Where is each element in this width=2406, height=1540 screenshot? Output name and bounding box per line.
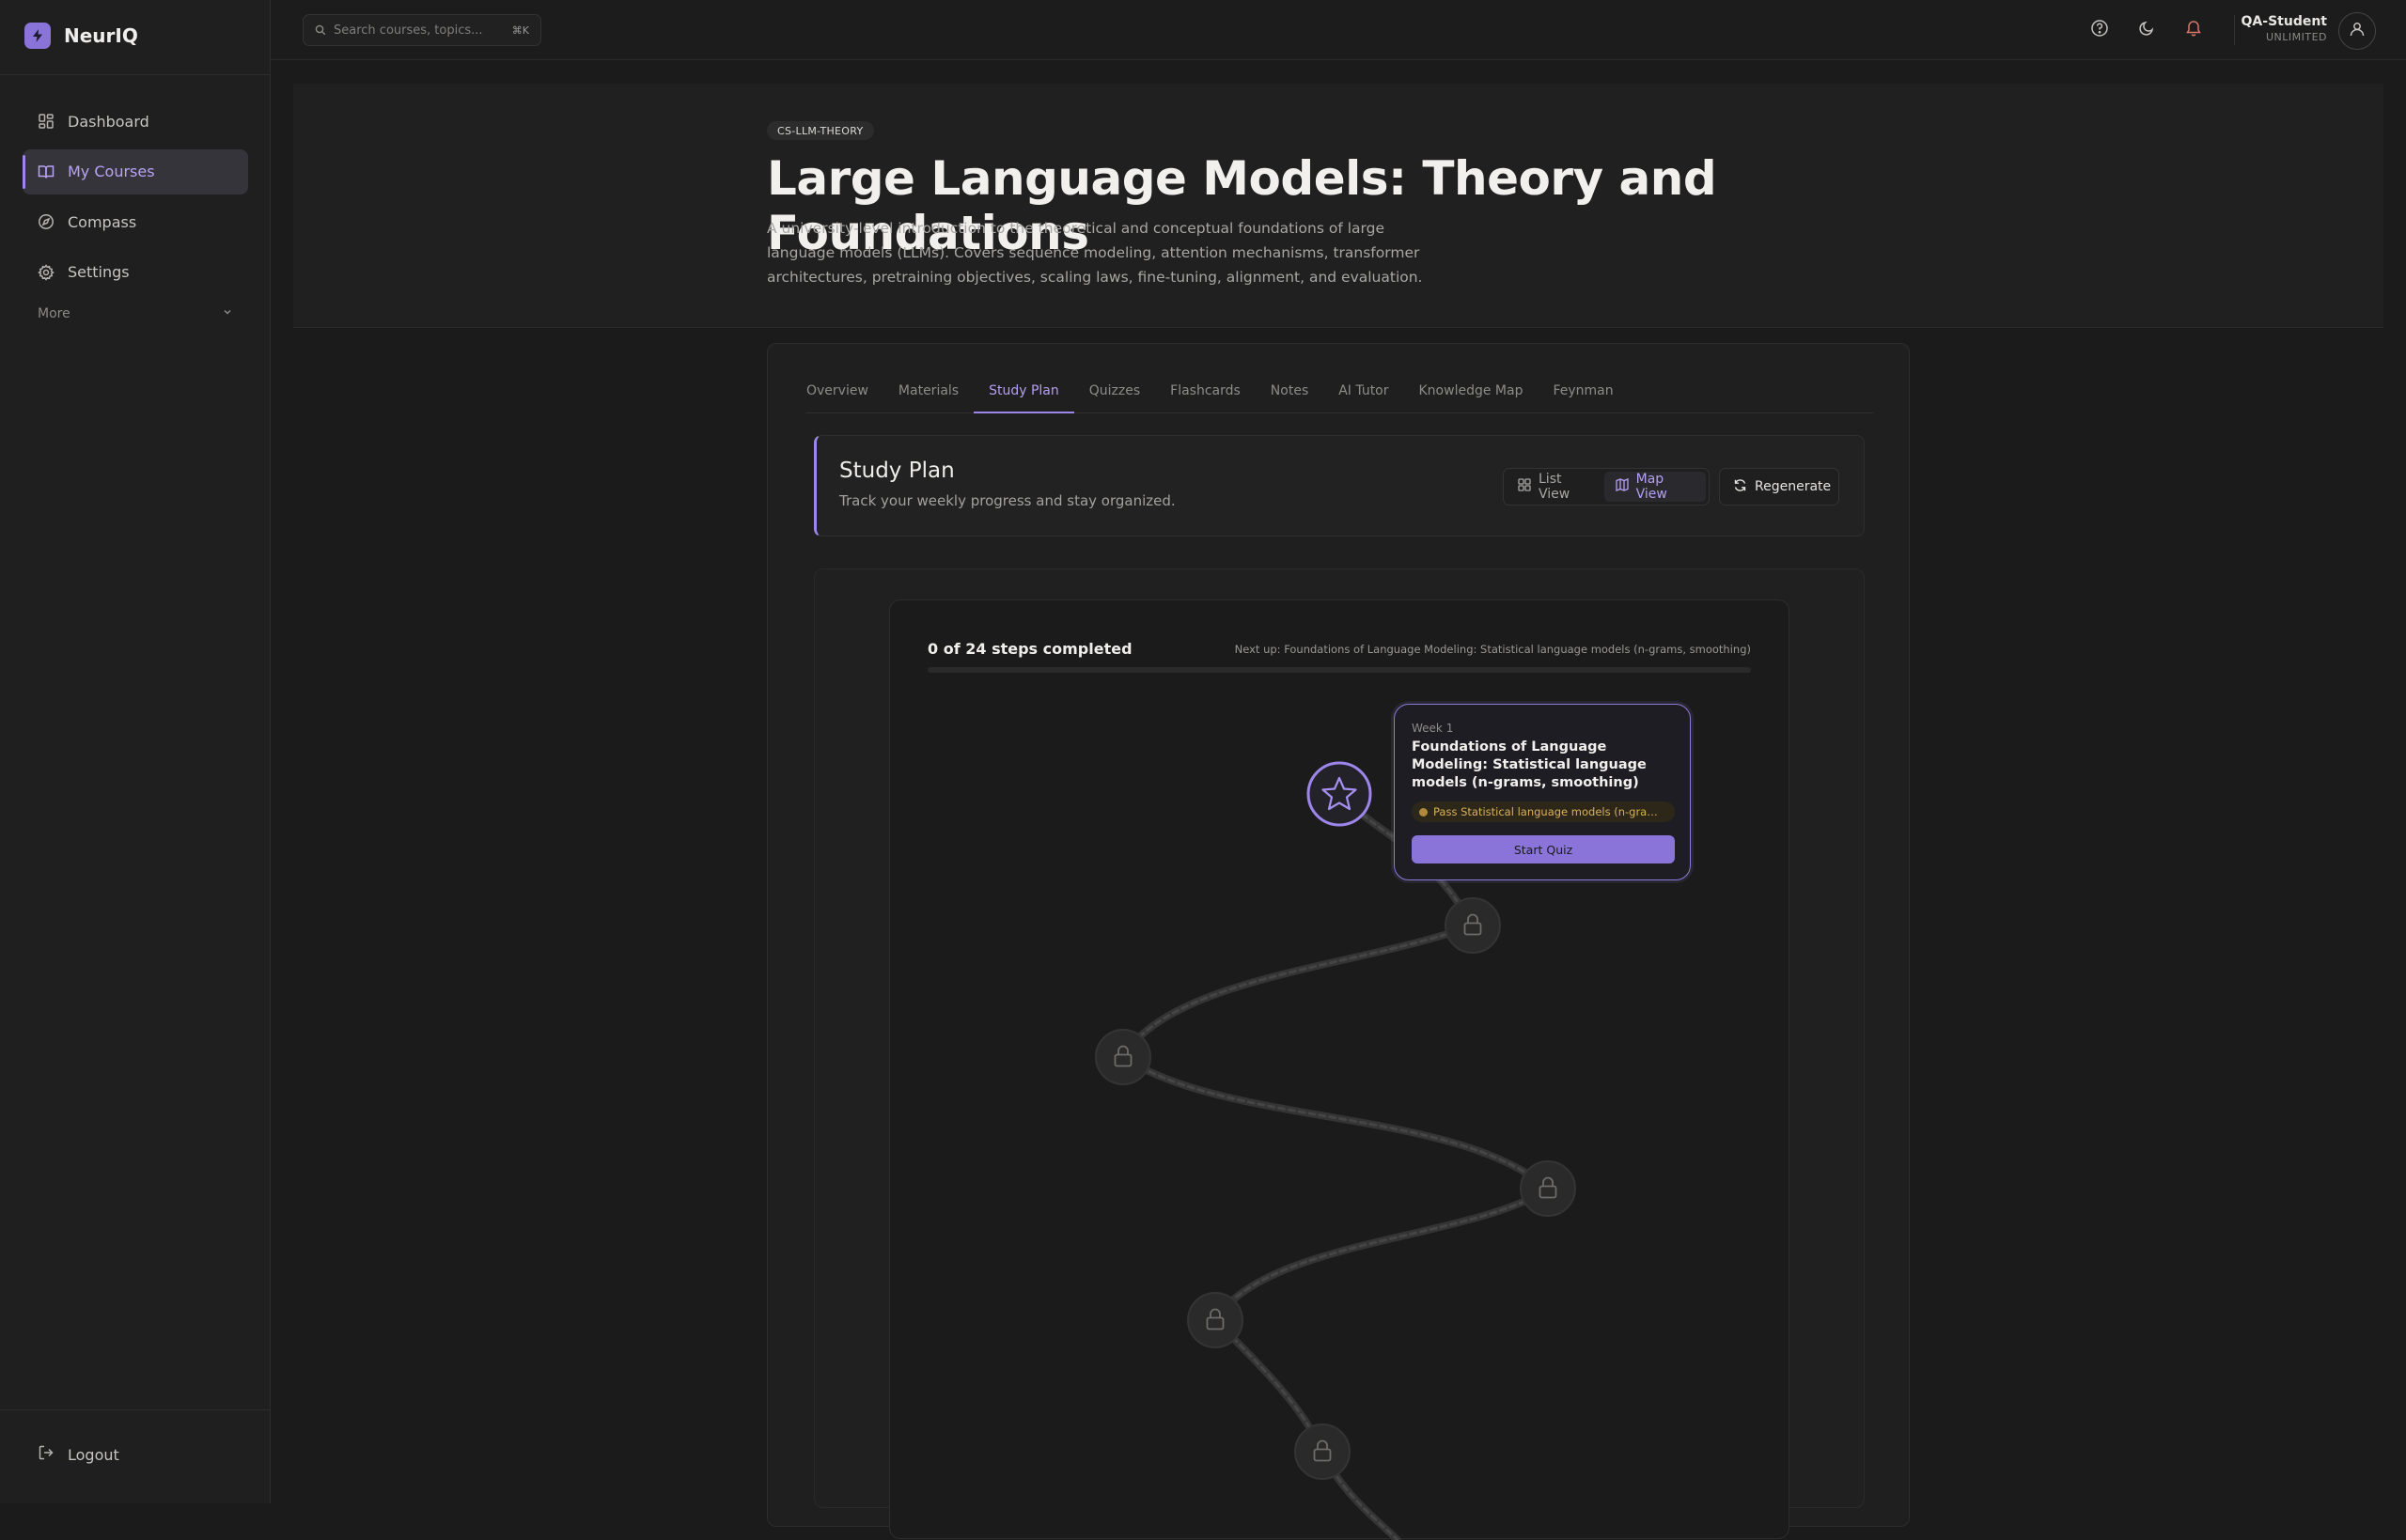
logout-label: Logout (68, 1445, 119, 1464)
map-view-label: Map View (1635, 472, 1667, 502)
divider (2234, 15, 2235, 45)
step-popover: Week 1 Foundations of Language Modeling:… (1394, 704, 1691, 880)
sidebar-item-label: My Courses (68, 163, 155, 180)
sidebar-more-toggle[interactable]: More (23, 306, 248, 321)
map-node-locked[interactable] (1520, 1160, 1576, 1217)
compass-icon (38, 213, 55, 230)
map-node-locked[interactable] (1187, 1292, 1243, 1348)
list-view-label: List View (1539, 472, 1570, 502)
chevron-down-icon (222, 306, 233, 321)
search-input[interactable]: Search courses, topics... ⌘K (303, 14, 541, 46)
regenerate-button[interactable]: Regenerate (1719, 468, 1839, 506)
dashboard-icon (38, 113, 55, 130)
sidebar-item-dashboard[interactable]: Dashboard (23, 99, 248, 144)
user-menu[interactable]: QA-Student UNLIMITED (2242, 14, 2327, 43)
map-node-locked[interactable] (1294, 1423, 1351, 1480)
study-map: 0 of 24 steps completed Next up: Foundat… (889, 599, 1789, 1540)
tab-overview[interactable]: Overview (806, 372, 868, 413)
course-description: A university-level introduction to the t… (767, 220, 1423, 286)
map-container: 0 of 24 steps completed Next up: Foundat… (814, 568, 1865, 1540)
sidebar-item-label: Settings (68, 263, 130, 281)
search-icon (315, 22, 326, 39)
sidebar-item-label: Dashboard (68, 112, 149, 131)
requirement-text: Pass Statistical language models (n-gram… (1433, 805, 1667, 818)
map-node-locked[interactable] (1095, 1029, 1151, 1085)
study-plan-subtitle: Track your weekly progress and stay orga… (839, 492, 1176, 509)
map-view-button[interactable]: Map View (1603, 472, 1706, 502)
list-view-button[interactable]: List View (1507, 472, 1604, 502)
course-tabs: Overview Materials Study Plan Quizzes Fl… (805, 372, 1873, 413)
divider (0, 1409, 271, 1410)
popover-week: Week 1 (1412, 722, 1454, 735)
study-plan-header: Study Plan Track your weekly progress an… (814, 435, 1865, 537)
popover-title: Foundations of Language Modeling: Statis… (1412, 739, 1647, 790)
book-icon (38, 163, 55, 180)
topbar: Search courses, topics... ⌘K QA-Student … (271, 0, 2406, 60)
sidebar: NeurIQ Dashboard My Courses Compass Sett… (0, 0, 271, 1503)
more-label: More (38, 305, 70, 321)
search-placeholder: Search courses, topics... (334, 23, 483, 38)
avatar[interactable] (2338, 12, 2376, 50)
tab-materials[interactable]: Materials (898, 372, 959, 413)
course-hero: CS-LLM-THEORY Large Language Models: The… (293, 84, 2383, 328)
bell-icon (2184, 19, 2203, 41)
tab-study-plan[interactable]: Study Plan (974, 372, 1074, 413)
tab-notes[interactable]: Notes (1271, 372, 1308, 413)
start-quiz-button[interactable]: Start Quiz (1412, 835, 1675, 863)
sidebar-item-settings[interactable]: Settings (23, 250, 248, 295)
sidebar-item-my-courses[interactable]: My Courses (23, 148, 248, 194)
course-panel: Overview Materials Study Plan Quizzes Fl… (767, 343, 1910, 1540)
theme-toggle-button[interactable] (2130, 13, 2164, 47)
regenerate-label: Regenerate (1755, 479, 1832, 494)
tab-flashcards[interactable]: Flashcards (1170, 372, 1241, 413)
map-node-current[interactable] (1306, 761, 1372, 827)
logout-button[interactable]: Logout (38, 1444, 119, 1465)
gear-icon (38, 263, 55, 281)
user-plan-badge: UNLIMITED (2265, 31, 2327, 43)
view-toggle: List View Map View (1503, 468, 1710, 506)
divider (0, 74, 271, 75)
refresh-icon (1733, 478, 1747, 496)
lightning-icon (24, 23, 51, 49)
help-button[interactable] (2083, 13, 2117, 47)
sidebar-nav: Dashboard My Courses Compass Settings Mo… (23, 99, 248, 321)
study-plan-title: Study Plan (839, 459, 955, 483)
app-name: NeurIQ (64, 24, 138, 47)
tab-quizzes[interactable]: Quizzes (1089, 372, 1140, 413)
user-icon (2349, 21, 2366, 41)
notifications-button[interactable] (2177, 13, 2211, 47)
tab-knowledge-map[interactable]: Knowledge Map (1419, 372, 1523, 413)
logout-icon (38, 1444, 55, 1465)
status-dot-icon (1419, 807, 1428, 817)
map-node-locked[interactable] (1445, 897, 1501, 954)
tab-feynman[interactable]: Feynman (1553, 372, 1613, 413)
user-name: QA-Student (2241, 14, 2327, 29)
list-icon (1518, 478, 1531, 495)
map-icon (1615, 478, 1629, 495)
tab-ai-tutor[interactable]: AI Tutor (1338, 372, 1388, 413)
moon-icon (2138, 20, 2155, 40)
search-shortcut: ⌘K (511, 23, 529, 37)
sidebar-item-label: Compass (68, 212, 137, 231)
course-code-badge: CS-LLM-THEORY (767, 121, 874, 140)
brand[interactable]: NeurIQ (24, 23, 138, 49)
requirement-badge: Pass Statistical language models (n-gram… (1412, 801, 1675, 822)
help-icon (2090, 19, 2109, 41)
sidebar-item-compass[interactable]: Compass (23, 199, 248, 244)
